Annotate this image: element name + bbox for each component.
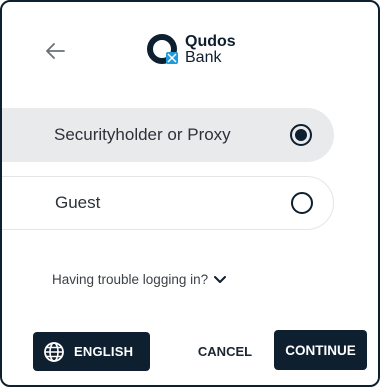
language-button[interactable]: ENGLISH (33, 332, 150, 371)
option-label: Guest (55, 193, 101, 212)
arrow-left-icon (46, 43, 65, 59)
qudos-bank-logo (147, 34, 178, 64)
trouble-label: Having trouble logging in? (52, 272, 209, 287)
chevron-down-icon (214, 275, 227, 283)
brand-logo: Qudos Bank (146, 30, 236, 70)
login-panel: Qudos Bank Securityholder or Proxy Guest… (0, 0, 380, 387)
brand-name: Qudos (185, 33, 236, 50)
radio-dot (295, 129, 307, 141)
cancel-button[interactable]: CANCEL (192, 332, 258, 371)
brand-wordmark: Qudos Bank (185, 34, 236, 66)
radio-unselected[interactable] (291, 192, 313, 214)
language-label: ENGLISH (74, 344, 134, 359)
option-label: Securityholder or Proxy (54, 125, 231, 144)
brand-sub: Bank (185, 49, 222, 66)
globe-icon (44, 341, 64, 362)
option-guest[interactable]: Guest (2, 176, 334, 230)
option-securityholder[interactable]: Securityholder or Proxy (2, 108, 334, 162)
trouble-logging-in-toggle[interactable]: Having trouble logging in? (52, 272, 227, 287)
back-button[interactable] (40, 36, 70, 66)
radio-selected[interactable] (290, 124, 312, 146)
continue-button[interactable]: CONTINUE (274, 330, 367, 370)
